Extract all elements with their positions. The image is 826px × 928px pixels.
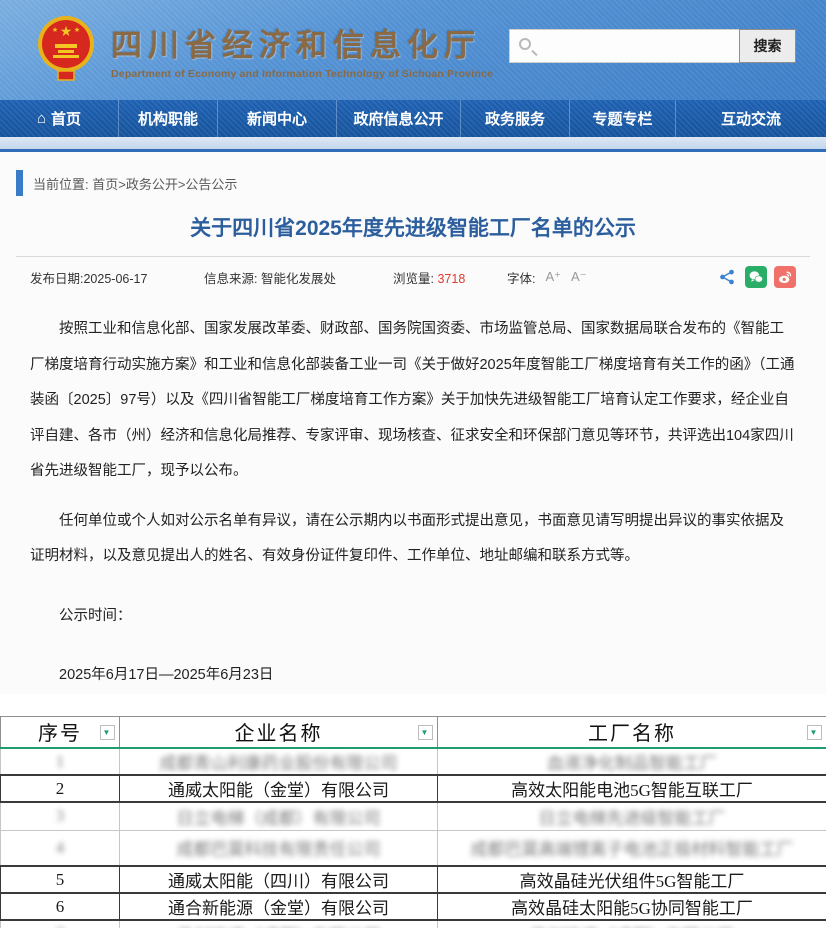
font-decrease-button[interactable]: A⁻ (571, 269, 587, 285)
table-cell-company: 通威太阳能（四川）有限公司 (120, 866, 438, 893)
view-count: 浏览量: 3718 (393, 268, 493, 287)
search-icon (519, 38, 531, 50)
col-header-factory: 工厂名称 ▼ (438, 716, 826, 748)
font-increase-button[interactable]: A⁺ (545, 269, 561, 285)
table-cell-no: 5 (1, 866, 120, 893)
site-header: ★ ★ ★ 四川省经济和信息化厅 Department of Economy a… (0, 0, 826, 100)
view-count-value: 3718 (437, 272, 465, 286)
table-cell-company: 丹创快递（成都）有限公司 (120, 920, 438, 928)
table-cell-no: 2 (1, 775, 120, 802)
filter-dropdown-icon[interactable]: ▼ (807, 725, 822, 740)
table-cell-no: 1 (1, 748, 120, 775)
nav-item-topics[interactable]: 专题专栏 (570, 100, 676, 137)
search-bar: 搜索 (509, 29, 796, 63)
nav-label: 机构职能 (138, 108, 198, 129)
breadcrumb-bar (16, 170, 23, 196)
national-emblem-icon: ★ ★ ★ (34, 14, 98, 86)
table-cell-factory: 丹创快递（成都）有限公司 (438, 920, 826, 928)
search-input[interactable] (509, 29, 739, 63)
filter-dropdown-icon[interactable]: ▼ (418, 725, 433, 740)
font-size-label: 字体: (507, 268, 535, 287)
table-header-row: 序号 ▼ 企业名称 ▼ 工厂名称 ▼ (1, 716, 826, 748)
article-content: 当前位置: 首页>政务公开>公告公示 关于四川省2025年度先进级智能工厂名单的… (0, 152, 826, 694)
publicity-time-label: 公示时间： (30, 599, 796, 635)
col-header-company: 企业名称 ▼ (120, 716, 438, 748)
table-cell-company: 日立电梯（成都）有限公司 (120, 802, 438, 830)
main-nav: ⌂ 首页 机构职能 新闻中心 政府信息公开 政务服务 专题专栏 互动交流 (0, 100, 826, 137)
site-brand[interactable]: ★ ★ ★ 四川省经济和信息化厅 Department of Economy a… (34, 14, 493, 86)
factory-table: 序号 ▼ 企业名称 ▼ 工厂名称 ▼ 1成都青山利康药业股份有限公司血液净化制品… (0, 716, 826, 928)
table-cell-factory: 高效太阳能电池5G智能互联工厂 (438, 775, 826, 802)
paragraph-2: 任何单位或个人如对公示名单有异议，请在公示期内以书面形式提出意见，书面意见请写明… (30, 504, 796, 575)
share-icon[interactable] (716, 266, 738, 288)
table-row: 7丹创快递（成都）有限公司丹创快递（成都）有限公司 (1, 920, 826, 928)
table-cell-factory: 成都巴莫高端锂离子电池正极材料智能工厂 (438, 830, 826, 866)
wechat-icon[interactable] (745, 266, 767, 288)
filter-dropdown-icon[interactable]: ▼ (100, 725, 115, 740)
table-row: 2通威太阳能（金堂）有限公司高效太阳能电池5G智能互联工厂 (1, 775, 826, 802)
table-cell-company: 通合新能源（金堂）有限公司 (120, 893, 438, 920)
nav-label: 专题专栏 (592, 108, 652, 129)
share-group (716, 266, 810, 288)
col-header-index: 序号 ▼ (1, 716, 120, 748)
table-row: 3日立电梯（成都）有限公司日立电梯先进级智能工厂 (1, 802, 826, 830)
table-cell-factory: 血液净化制品智能工厂 (438, 748, 826, 775)
article-body: 按照工业和信息化部、国家发展改革委、财政部、国务院国资委、市场监管总局、国家数据… (30, 312, 796, 694)
page-title: 关于四川省2025年度先进级智能工厂名单的公示 (0, 212, 826, 242)
table-cell-company: 成都青山利康药业股份有限公司 (120, 748, 438, 775)
nav-item-services[interactable]: 政务服务 (461, 100, 570, 137)
svg-text:★: ★ (52, 26, 58, 34)
page: ★ ★ ★ 四川省经济和信息化厅 Department of Economy a… (0, 0, 826, 928)
article-meta: 发布日期:2025-06-17 信息来源: 智能化发展处 浏览量: 3718 字… (16, 256, 810, 288)
breadcrumb: 当前位置: 首页>政务公开>公告公示 (0, 152, 826, 196)
breadcrumb-text[interactable]: 当前位置: 首页>政务公开>公告公示 (33, 174, 237, 193)
table-body: 1成都青山利康药业股份有限公司血液净化制品智能工厂2通威太阳能（金堂）有限公司高… (1, 748, 826, 928)
table-cell-no: 3 (1, 802, 120, 830)
site-subtitle: Department of Economy and Information Te… (111, 68, 493, 80)
nav-item-gov-info[interactable]: 政府信息公开 (337, 100, 461, 137)
publicity-period: 2025年6月17日—2025年6月23日 (30, 658, 796, 694)
table-cell-company: 通威太阳能（金堂）有限公司 (120, 775, 438, 802)
banner-strip (0, 137, 826, 149)
table-row: 6通合新能源（金堂）有限公司高效晶硅太阳能5G协同智能工厂 (1, 893, 826, 920)
table-row: 5通威太阳能（四川）有限公司高效晶硅光伏组件5G智能工厂 (1, 866, 826, 893)
search-button[interactable]: 搜索 (739, 29, 796, 63)
nav-label: 首页 (51, 108, 81, 129)
publish-date: 发布日期:2025-06-17 (30, 268, 190, 287)
nav-label: 互动交流 (721, 108, 781, 129)
brand-text: 四川省经济和信息化厅 Department of Economy and Inf… (111, 20, 493, 80)
nav-label: 新闻中心 (247, 108, 307, 129)
nav-item-functions[interactable]: 机构职能 (119, 100, 218, 137)
table-cell-no: 6 (1, 893, 120, 920)
table-cell-factory: 高效晶硅太阳能5G协同智能工厂 (438, 893, 826, 920)
table-row: 1成都青山利康药业股份有限公司血液净化制品智能工厂 (1, 748, 826, 775)
home-icon: ⌂ (37, 111, 46, 126)
table-cell-factory: 日立电梯先进级智能工厂 (438, 802, 826, 830)
table-cell-company: 成都巴莫科技有限责任公司 (120, 830, 438, 866)
nav-label: 政府信息公开 (353, 108, 443, 129)
table-cell-no: 7 (1, 920, 120, 928)
nav-item-interaction[interactable]: 互动交流 (676, 100, 826, 137)
svg-text:★: ★ (60, 23, 73, 39)
nav-label: 政务服务 (485, 108, 545, 129)
weibo-icon[interactable] (774, 266, 796, 288)
nav-item-news[interactable]: 新闻中心 (218, 100, 337, 137)
nav-item-home[interactable]: ⌂ 首页 (0, 100, 119, 137)
info-source: 信息来源: 智能化发展处 (204, 268, 379, 287)
table-row: 4成都巴莫科技有限责任公司成都巴莫高端锂离子电池正极材料智能工厂 (1, 830, 826, 866)
table-cell-factory: 高效晶硅光伏组件5G智能工厂 (438, 866, 826, 893)
paragraph-1: 按照工业和信息化部、国家发展改革委、财政部、国务院国资委、市场监管总局、国家数据… (30, 312, 796, 490)
svg-text:★: ★ (74, 26, 80, 34)
table-cell-no: 4 (1, 830, 120, 866)
site-title: 四川省经济和信息化厅 (111, 20, 493, 65)
